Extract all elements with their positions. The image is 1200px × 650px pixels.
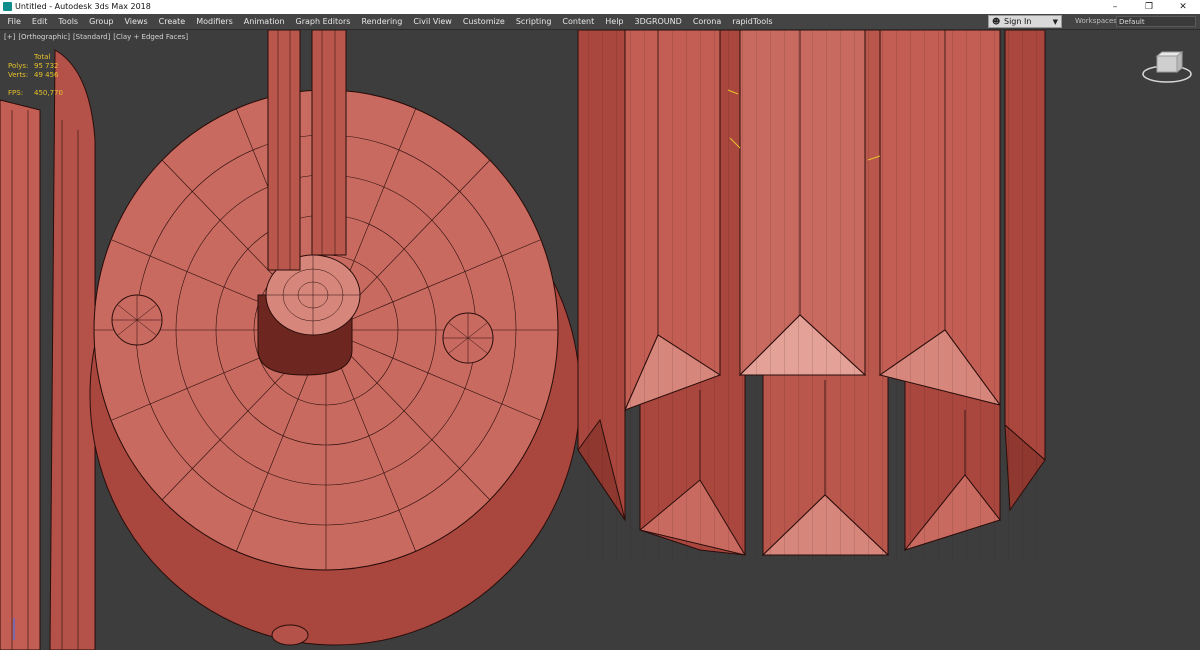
workspaces-label: Workspaces: [1075, 17, 1120, 25]
menu-customize[interactable]: Customize [457, 14, 510, 29]
viewport-menu-plus[interactable]: [+] [4, 33, 15, 42]
title-bar: Untitled - Autodesk 3ds Max 2018 – ❐ ✕ [0, 0, 1200, 15]
perspective-viewport[interactable]: [+] [Orthographic] [Standard] [Clay + Ed… [0, 30, 1200, 650]
menu-scripting[interactable]: Scripting [510, 14, 557, 29]
close-button[interactable]: ✕ [1166, 0, 1200, 14]
menu-help[interactable]: Help [600, 14, 629, 29]
workspaces-dropdown[interactable]: Default [1116, 16, 1196, 27]
menu-views[interactable]: Views [119, 14, 153, 29]
fps-value: 450,770 [34, 89, 63, 97]
verts-label: Verts: [8, 71, 29, 79]
sign-in-label: Sign In [1004, 17, 1032, 26]
viewport-shading-style[interactable]: [Standard] [73, 33, 110, 42]
menu-modifiers[interactable]: Modifiers [191, 14, 239, 29]
center-hub [257, 254, 361, 376]
viewcube-icon[interactable] [1140, 50, 1194, 86]
viewport-display-mode[interactable]: [Clay + Edged Faces] [113, 33, 188, 42]
menu-edit[interactable]: Edit [26, 14, 53, 29]
bottom-ring [271, 624, 309, 646]
viewport-label-bar: [+] [Orthographic] [Standard] [Clay + Ed… [4, 33, 191, 42]
scene-statistics: Total Polys: 95 732 Verts: 49 456 FPS: 4… [8, 53, 68, 98]
menu-file[interactable]: File [2, 14, 26, 29]
menu-bar: File Edit Tools Group Views Create Modif… [0, 14, 1200, 30]
menu-group[interactable]: Group [84, 14, 119, 29]
verts-value: 49 456 [34, 71, 59, 79]
minimize-button[interactable]: – [1098, 0, 1132, 14]
menu-create[interactable]: Create [153, 14, 191, 29]
restore-button[interactable]: ❐ [1132, 0, 1166, 14]
menu-content[interactable]: Content [557, 14, 600, 29]
viewport-point-of-view[interactable]: [Orthographic] [18, 33, 70, 42]
polys-label: Polys: [8, 62, 29, 70]
fps-label: FPS: [8, 89, 24, 97]
menu-civil-view[interactable]: Civil View [408, 14, 458, 29]
stats-header: Total [34, 53, 51, 61]
workspace-value: Default [1119, 18, 1145, 26]
window-title: Untitled - Autodesk 3ds Max 2018 [15, 2, 151, 11]
menu-graph-editors[interactable]: Graph Editors [290, 14, 356, 29]
left-lamp-edge [0, 49, 96, 650]
menu-rapidtools[interactable]: rapidTools [727, 14, 778, 29]
sign-in-dropdown[interactable]: ☻ Sign In ▼ [988, 15, 1062, 28]
scene-geometry [0, 30, 1048, 650]
app-icon [3, 2, 12, 11]
menu-corona[interactable]: Corona [687, 14, 726, 29]
menu-animation[interactable]: Animation [238, 14, 290, 29]
chevron-down-icon: ▼ [1052, 18, 1058, 26]
user-icon: ☻ [992, 17, 1001, 26]
menu-tools[interactable]: Tools [53, 14, 84, 29]
crystal-prisms [577, 30, 1048, 560]
menu-3dground[interactable]: 3DGROUND [629, 14, 687, 29]
polys-value: 95 732 [34, 62, 59, 70]
menu-rendering[interactable]: Rendering [356, 14, 408, 29]
